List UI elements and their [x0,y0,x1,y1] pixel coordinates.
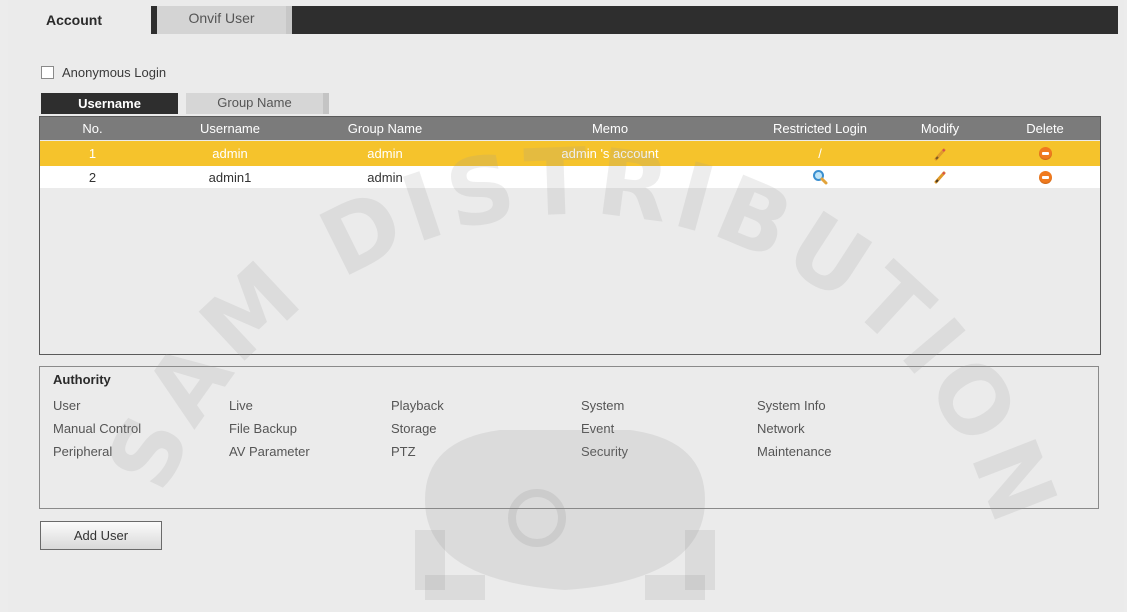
authority-item: Network [757,421,805,436]
authority-item: System [581,398,625,413]
authority-item: Manual Control [53,421,142,436]
header-modify: Modify [920,121,960,136]
anonymous-login-option[interactable]: Anonymous Login [41,65,166,80]
tab-onvif-user[interactable]: Onvif User [157,6,292,34]
top-tab-bar: Account Onvif User [8,6,1118,38]
table-row[interactable]: 2 admin1 admin [40,166,1100,188]
pencil-icon[interactable] [933,170,947,184]
modify-cell [890,166,990,188]
authority-title: Authority [53,372,111,387]
authority-item: AV Parameter [229,444,310,459]
authority-item: PTZ [391,444,416,459]
row-no: 1 [88,146,97,161]
header-no: No. [82,121,103,136]
delete-cell [990,166,1100,188]
row-username: admin [212,146,248,161]
modify-cell [890,141,990,166]
authority-item: File Backup [229,421,297,436]
subtab-username[interactable]: Username [41,93,178,114]
tab-account[interactable]: Account [18,6,148,38]
authority-item: Event [581,421,615,436]
user-table: No. Username Group Name Memo Restricted … [39,116,1101,355]
authority-panel: Authority User Live Playback System Syst… [39,366,1099,509]
magnifier-icon[interactable] [812,169,828,185]
restricted-login-cell [740,166,900,188]
add-user-button[interactable]: Add User [40,521,162,550]
header-group-name: Group Name [347,121,423,136]
anonymous-login-checkbox[interactable] [41,66,54,79]
row-username: admin1 [208,169,252,185]
delete-cell [990,141,1100,166]
table-header: No. Username Group Name Memo Restricted … [40,117,1100,140]
authority-item: Playback [391,398,444,413]
row-no: 2 [88,169,97,185]
header-restricted-login: Restricted Login [773,121,867,136]
authority-item: System Info [757,398,826,413]
delete-icon[interactable] [1038,147,1052,160]
authority-item: Peripheral [53,444,113,459]
row-memo: admin 's account [561,146,659,161]
authority-item: Live [229,398,253,413]
header-username: Username [200,121,260,136]
authority-item: User [53,398,81,413]
row-group-name: admin [367,169,403,185]
header-memo: Memo [591,121,629,136]
row-group-name: admin [367,146,403,161]
row-memo [520,166,700,188]
authority-item: Storage [391,421,437,436]
delete-icon[interactable] [1038,170,1052,184]
header-delete: Delete [1026,121,1064,136]
authority-item: Security [581,444,628,459]
table-row[interactable]: 1 admin admin admin 's account / [40,141,1100,166]
tab-bar-strip [151,6,1118,34]
anonymous-login-label: Anonymous Login [62,65,167,80]
pencil-icon[interactable] [933,147,947,161]
subtab-group-name[interactable]: Group Name [186,93,329,114]
authority-item: Maintenance [757,444,832,459]
row-restricted-login: / [818,146,822,161]
